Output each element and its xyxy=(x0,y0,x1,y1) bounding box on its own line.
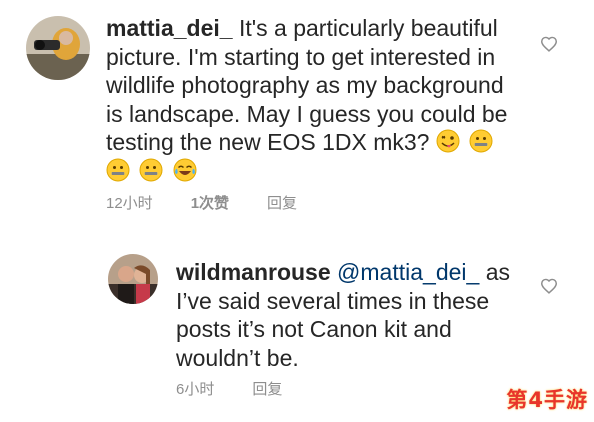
heart-outline-icon[interactable] xyxy=(540,36,558,52)
avatar-wildmanrouse[interactable] xyxy=(108,254,158,304)
reply-timestamp[interactable]: 6小时 xyxy=(176,378,214,399)
comment-meta: 12小时 1次赞 回复 xyxy=(106,192,297,213)
comment-timestamp[interactable]: 12小时 xyxy=(106,192,153,213)
winking-tongue-emoji-icon xyxy=(436,129,460,153)
zipper-mouth-emoji-icon xyxy=(469,129,493,153)
tears-of-joy-emoji-icon xyxy=(173,158,197,181)
zipper-mouth-emoji-icon xyxy=(106,158,130,181)
comment-username[interactable]: mattia_dei_ xyxy=(106,15,233,41)
reply-reply-button[interactable]: 回复 xyxy=(252,378,282,399)
reply-username[interactable]: wildmanrouse xyxy=(176,259,331,285)
avatar-mattia[interactable] xyxy=(26,16,90,80)
comments-section: mattia_dei_ It's a particularly beautifu… xyxy=(0,0,594,422)
comment-reply-button[interactable]: 回复 xyxy=(267,192,297,213)
zipper-mouth-emoji-icon xyxy=(139,158,163,181)
reply-meta: 6小时 回复 xyxy=(176,378,282,399)
heart-outline-icon[interactable] xyxy=(540,278,558,294)
reply-mention-link[interactable]: @mattia_dei_ xyxy=(337,259,479,285)
comment-body: mattia_dei_ It's a particularly beautifu… xyxy=(106,14,516,185)
reply-body: wildmanrouse @mattia_dei_ as I’ve said s… xyxy=(176,258,516,372)
site-watermark: 第4手游 xyxy=(506,388,588,412)
comment-like-count[interactable]: 1次赞 xyxy=(191,192,229,213)
